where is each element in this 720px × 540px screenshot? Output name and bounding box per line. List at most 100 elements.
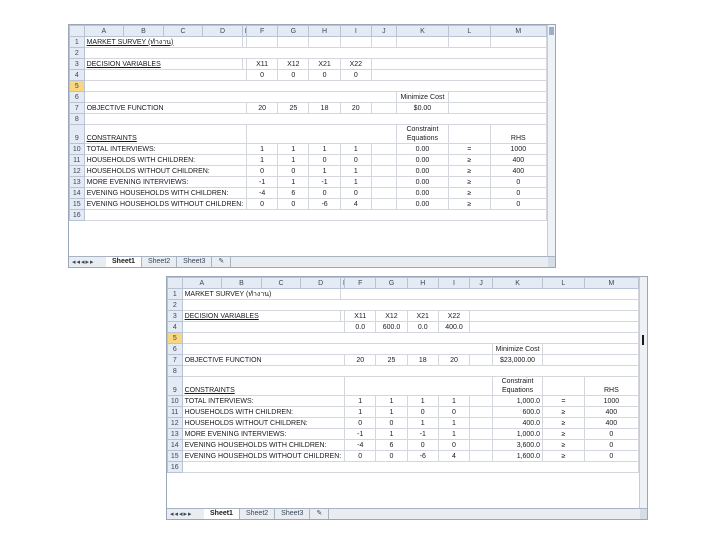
operator[interactable]: =	[542, 395, 585, 407]
column-header-g[interactable]: G	[277, 25, 310, 37]
column-header-h[interactable]: H	[308, 25, 341, 37]
coeff[interactable]: 1	[277, 143, 310, 155]
column-header-c[interactable]: C	[162, 25, 204, 37]
row-header[interactable]: 3	[69, 58, 85, 70]
cell[interactable]	[469, 450, 494, 462]
decision-variables-label[interactable]: DECISION VARIABLES	[181, 310, 341, 322]
coeff[interactable]: -6	[308, 198, 341, 210]
row-header[interactable]: 3	[167, 310, 183, 322]
constraint-equations-label[interactable]: Constraint Equations	[395, 124, 449, 144]
cell[interactable]	[447, 102, 548, 114]
coeff[interactable]: 0	[245, 198, 279, 210]
column-header-h[interactable]: H	[406, 277, 439, 289]
column-header-e[interactable]: E	[241, 25, 248, 37]
scroll-thumb[interactable]	[549, 27, 554, 35]
tab-sheet1[interactable]: Sheet1	[106, 257, 142, 267]
cell[interactable]	[339, 36, 372, 48]
constraint-name[interactable]: HOUSEHOLDS WITHOUT CHILDREN:	[181, 417, 346, 429]
cell[interactable]	[469, 439, 494, 451]
cell[interactable]	[395, 36, 449, 48]
rhs-value[interactable]: 400	[489, 154, 548, 166]
column-header-m[interactable]: M	[489, 25, 548, 37]
objective-coeff[interactable]: 25	[375, 354, 408, 366]
row-header[interactable]: 9	[69, 124, 85, 144]
equation-value[interactable]: 0.00	[395, 176, 449, 188]
row-header[interactable]: 14	[167, 439, 183, 451]
operator[interactable]: ≥	[542, 428, 585, 440]
cell[interactable]	[181, 321, 346, 333]
var-name-x21[interactable]: X21	[406, 310, 439, 322]
rhs-value[interactable]: 0	[489, 198, 548, 210]
constraints-label[interactable]: CONSTRAINTS	[83, 124, 247, 144]
column-header-f[interactable]: F	[344, 277, 377, 289]
tab-sheet2[interactable]: Sheet2	[142, 257, 178, 267]
rhs-value[interactable]: 0	[489, 176, 548, 188]
coeff[interactable]: -1	[308, 176, 341, 188]
rhs-value[interactable]: 400	[583, 417, 640, 429]
coeff[interactable]: 0	[339, 187, 372, 199]
cell[interactable]	[181, 461, 640, 473]
coeff[interactable]: 1	[245, 154, 279, 166]
cell[interactable]	[489, 36, 548, 48]
coeff[interactable]: 1	[308, 165, 341, 177]
objective-coeff[interactable]: 20	[344, 354, 377, 366]
row-header[interactable]: 9	[167, 376, 183, 396]
cell[interactable]	[370, 176, 397, 188]
cell[interactable]	[181, 343, 494, 355]
coeff[interactable]: 0	[277, 198, 310, 210]
equation-value[interactable]: 0.00	[395, 143, 449, 155]
constraint-name[interactable]: EVENING HOUSEHOLDS WITH CHILDREN:	[83, 187, 247, 199]
coeff[interactable]: 1	[245, 143, 279, 155]
cell[interactable]	[447, 91, 548, 103]
cell[interactable]	[83, 80, 548, 92]
operator[interactable]: ≥	[542, 417, 585, 429]
column-header-j[interactable]: J	[370, 25, 397, 37]
constraint-name[interactable]: TOTAL INTERVIEWS:	[83, 143, 247, 155]
var-value-x12[interactable]: 0	[277, 69, 310, 81]
row-header[interactable]: 14	[69, 187, 85, 199]
operator[interactable]: ≥	[447, 154, 491, 166]
coeff[interactable]: 1	[339, 176, 372, 188]
column-header-b[interactable]: B	[123, 25, 164, 37]
cell[interactable]	[83, 209, 548, 221]
cell[interactable]	[308, 36, 341, 48]
rhs-value[interactable]: 0	[583, 428, 640, 440]
constraint-name[interactable]: HOUSEHOLDS WITH CHILDREN:	[83, 154, 247, 166]
sheet-nav-arrows-icon[interactable]: ◂◂◂▸▸	[69, 258, 106, 266]
coeff[interactable]: 1	[277, 154, 310, 166]
cell[interactable]	[542, 354, 639, 366]
row-header[interactable]: 2	[167, 299, 183, 311]
operator[interactable]: ≥	[542, 450, 585, 462]
row-header[interactable]: 1	[167, 288, 183, 300]
cell[interactable]	[370, 69, 548, 81]
row-header[interactable]: 13	[69, 176, 85, 188]
tab-sheet3[interactable]: Sheet3	[177, 257, 213, 267]
coeff[interactable]: 6	[277, 187, 310, 199]
row-header[interactable]: 12	[167, 417, 183, 429]
vertical-scrollbar[interactable]	[639, 277, 647, 509]
row-header[interactable]: 11	[167, 406, 183, 418]
objective-coeff[interactable]: 18	[308, 102, 341, 114]
minimize-cost-label[interactable]: Minimize Cost	[492, 343, 544, 355]
insert-sheet-icon[interactable]: ✎	[310, 509, 330, 519]
cell[interactable]	[469, 417, 494, 429]
column-header-l[interactable]: L	[542, 277, 585, 289]
constraint-equations-label[interactable]: Constraint Equations	[492, 376, 544, 396]
coeff[interactable]: 1	[339, 165, 372, 177]
row-header[interactable]: 10	[69, 143, 85, 155]
coeff[interactable]: 0	[375, 417, 408, 429]
constraint-name[interactable]: EVENING HOUSEHOLDS WITHOUT CHILDREN:	[83, 198, 247, 210]
equation-value[interactable]: 0.00	[395, 154, 449, 166]
operator[interactable]: =	[447, 143, 491, 155]
constraint-name[interactable]: EVENING HOUSEHOLDS WITHOUT CHILDREN:	[181, 450, 346, 462]
coeff[interactable]: 0	[437, 439, 471, 451]
column-header-a[interactable]: A	[83, 25, 125, 37]
coeff[interactable]: 1	[437, 428, 471, 440]
column-header-g[interactable]: G	[375, 277, 408, 289]
equation-value[interactable]: 400.0	[492, 417, 544, 429]
coeff[interactable]: 4	[339, 198, 372, 210]
constraint-name[interactable]: HOUSEHOLDS WITH CHILDREN:	[181, 406, 346, 418]
column-header-a[interactable]: A	[181, 277, 223, 289]
equation-value[interactable]: 1,000.0	[492, 395, 544, 407]
column-header-c[interactable]: C	[260, 277, 302, 289]
